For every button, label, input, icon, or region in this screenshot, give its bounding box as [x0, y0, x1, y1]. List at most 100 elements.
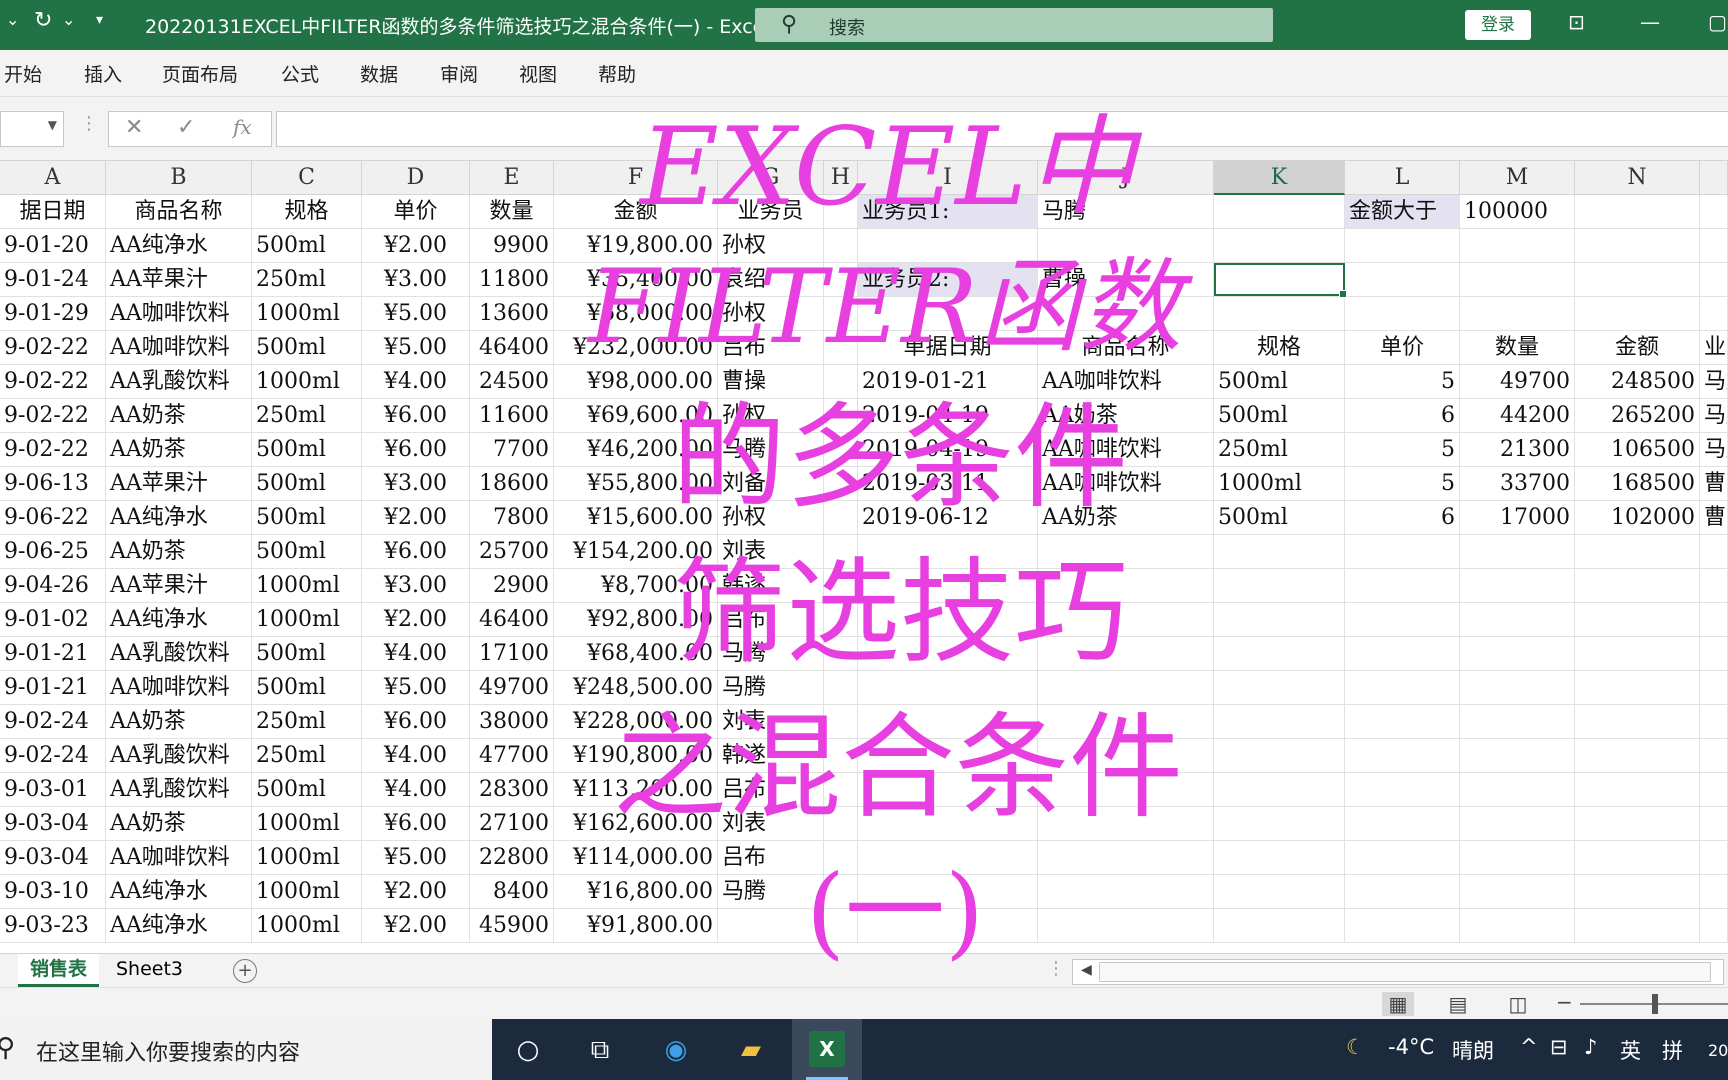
source-data-cell[interactable]: 1000ml	[252, 297, 362, 331]
source-data-cell[interactable]: 500ml	[252, 501, 362, 535]
source-data-cell[interactable]: 27100	[470, 807, 554, 841]
result-data-cell[interactable]: 500ml	[1214, 501, 1345, 535]
source-data-cell[interactable]: 吕布	[718, 841, 824, 875]
ime-mode[interactable]: 拼	[1662, 1035, 1683, 1065]
result-data-cell[interactable]: 500ml	[1214, 399, 1345, 433]
cell[interactable]	[1700, 705, 1728, 739]
cell[interactable]	[1345, 229, 1460, 263]
result-data-cell[interactable]: 106500	[1575, 433, 1700, 467]
result-data-cell[interactable]: 马腾	[1700, 365, 1728, 399]
source-data-cell[interactable]: ¥114,000.00	[554, 841, 718, 875]
result-data-cell[interactable]: 曹操	[1700, 501, 1728, 535]
source-data-cell[interactable]: ¥190,800.00	[554, 739, 718, 773]
fill-handle[interactable]	[1339, 290, 1347, 298]
result-data-cell[interactable]: 5	[1345, 433, 1460, 467]
cell[interactable]	[1038, 705, 1214, 739]
source-data-cell[interactable]: ¥69,600.00	[554, 399, 718, 433]
scroll-thumb[interactable]	[1099, 962, 1711, 982]
cell[interactable]	[824, 399, 858, 433]
result-data-cell[interactable]: 2019-04-19	[858, 433, 1038, 467]
edge-icon[interactable]: ◉	[656, 1031, 696, 1069]
splitter-icon[interactable]: ⋮	[1047, 958, 1065, 979]
cell[interactable]	[1038, 671, 1214, 705]
source-data-cell[interactable]: 吕布	[718, 773, 824, 807]
tab-data[interactable]: 数据	[360, 60, 398, 87]
source-data-cell[interactable]: 9-01-24	[0, 263, 106, 297]
cell[interactable]	[1575, 671, 1700, 705]
result-data-cell[interactable]: 1000ml	[1214, 467, 1345, 501]
cell[interactable]	[1214, 229, 1345, 263]
source-data-cell[interactable]: ¥5.00	[362, 841, 470, 875]
source-data-cell[interactable]: ¥3.00	[362, 467, 470, 501]
cell[interactable]	[824, 909, 858, 943]
cell[interactable]	[1038, 807, 1214, 841]
cell[interactable]	[858, 603, 1038, 637]
source-data-cell[interactable]: AA纯净水	[106, 603, 252, 637]
cell[interactable]	[858, 569, 1038, 603]
source-data-cell[interactable]: 500ml	[252, 467, 362, 501]
cell[interactable]	[858, 637, 1038, 671]
source-data-cell[interactable]: 1000ml	[252, 909, 362, 943]
restore-icon[interactable]: ▢	[1708, 10, 1727, 34]
cell[interactable]	[824, 773, 858, 807]
cell[interactable]	[824, 467, 858, 501]
cell[interactable]	[1214, 569, 1345, 603]
cell[interactable]	[1345, 705, 1460, 739]
source-header-cell[interactable]: 金额	[554, 195, 718, 229]
cell[interactable]	[824, 365, 858, 399]
source-data-cell[interactable]: 9-01-21	[0, 671, 106, 705]
result-data-cell[interactable]: 马腾	[1700, 399, 1728, 433]
source-data-cell[interactable]: AA苹果汁	[106, 467, 252, 501]
page-layout-view-icon[interactable]: ▤	[1442, 992, 1474, 1016]
cell[interactable]	[824, 875, 858, 909]
source-data-cell[interactable]: ¥15,600.00	[554, 501, 718, 535]
result-data-cell[interactable]: 2019-04-19	[858, 399, 1038, 433]
cell[interactable]	[1038, 297, 1214, 331]
source-data-cell[interactable]: AA乳酸饮料	[106, 773, 252, 807]
source-data-cell[interactable]: 韩遂	[718, 569, 824, 603]
source-data-cell[interactable]: ¥3.00	[362, 263, 470, 297]
cell[interactable]	[1460, 739, 1575, 773]
result-header-cell[interactable]: 数量	[1460, 331, 1575, 365]
source-data-cell[interactable]: ¥4.00	[362, 637, 470, 671]
cell[interactable]	[858, 875, 1038, 909]
volume-icon[interactable]: ♪	[1584, 1035, 1597, 1059]
result-data-cell[interactable]: AA咖啡饮料	[1038, 467, 1214, 501]
source-data-cell[interactable]: 250ml	[252, 263, 362, 297]
cell[interactable]	[1700, 807, 1728, 841]
cell[interactable]	[1575, 841, 1700, 875]
task-view-icon[interactable]: ⧉	[580, 1031, 620, 1069]
source-data-cell[interactable]: 袁绍	[718, 263, 824, 297]
source-data-cell[interactable]: 22800	[470, 841, 554, 875]
cell[interactable]	[824, 433, 858, 467]
cell[interactable]	[1214, 637, 1345, 671]
source-data-cell[interactable]: 吕布	[718, 331, 824, 365]
source-data-cell[interactable]: ¥228,000.00	[554, 705, 718, 739]
cell[interactable]	[1700, 637, 1728, 671]
result-data-cell[interactable]: 265200	[1575, 399, 1700, 433]
result-data-cell[interactable]: 500ml	[1214, 365, 1345, 399]
redo-dropdown-icon[interactable]: ⌄	[62, 10, 75, 29]
tab-review[interactable]: 审阅	[440, 60, 478, 87]
source-data-cell[interactable]: 7700	[470, 433, 554, 467]
minimize-icon[interactable]: —	[1640, 10, 1660, 34]
source-data-cell[interactable]: 9-02-22	[0, 433, 106, 467]
cell[interactable]	[824, 841, 858, 875]
page-break-view-icon[interactable]: ◫	[1502, 992, 1534, 1016]
cell[interactable]	[858, 705, 1038, 739]
customize-qat-icon[interactable]: ▾	[96, 12, 103, 28]
source-data-cell[interactable]: ¥6.00	[362, 705, 470, 739]
cell[interactable]	[1460, 263, 1575, 297]
column-header-i[interactable]: I	[858, 161, 1038, 195]
weather-moon-icon[interactable]: ☾	[1346, 1035, 1365, 1059]
cell[interactable]	[824, 535, 858, 569]
cell[interactable]	[1575, 909, 1700, 943]
cell[interactable]	[1700, 535, 1728, 569]
insert-function-icon[interactable]: fx	[233, 115, 252, 139]
result-data-cell[interactable]: 33700	[1460, 467, 1575, 501]
source-data-cell[interactable]: ¥6.00	[362, 399, 470, 433]
cell[interactable]	[1038, 637, 1214, 671]
tab-home[interactable]: 开始	[4, 60, 42, 87]
cell[interactable]	[858, 535, 1038, 569]
source-data-cell[interactable]: ¥2.00	[362, 501, 470, 535]
